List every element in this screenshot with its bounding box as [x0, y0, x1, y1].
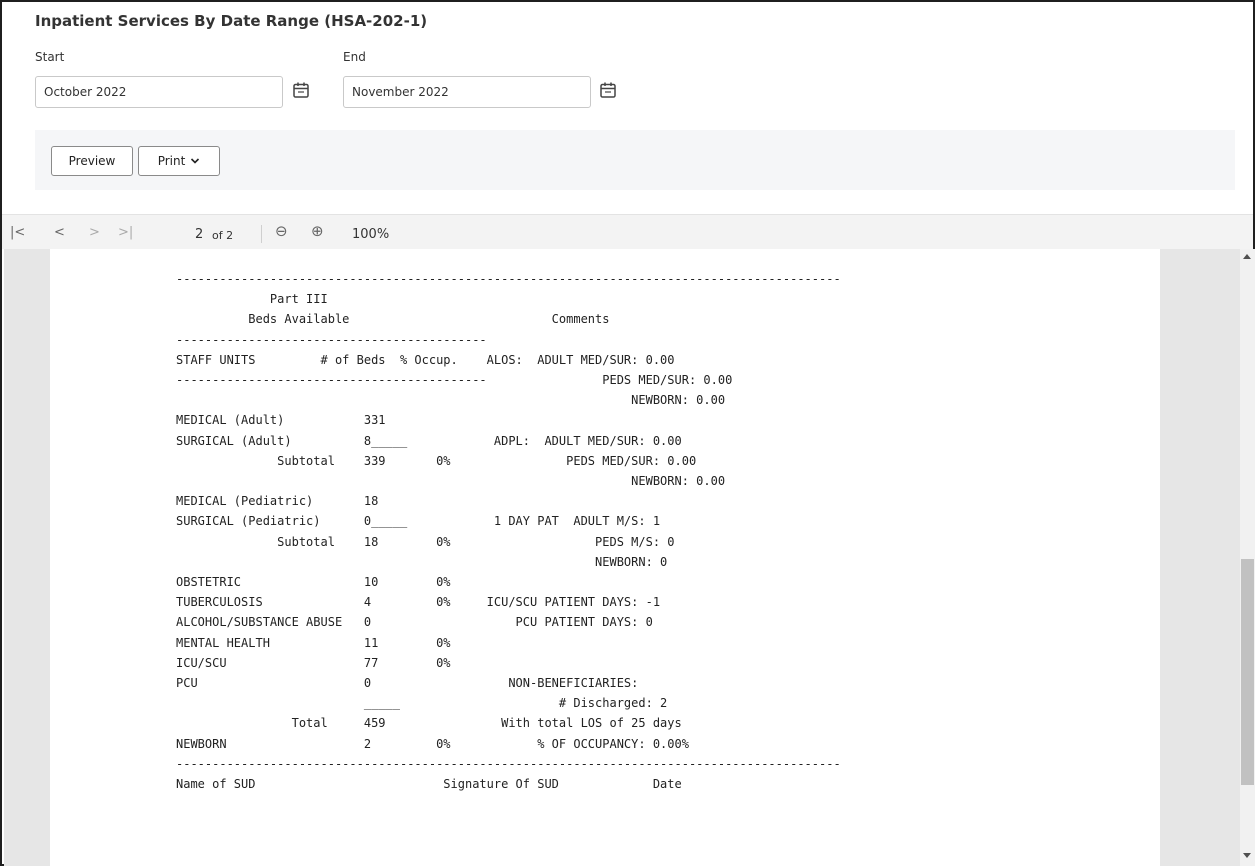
report-line: Beds Available Comments	[176, 312, 610, 327]
report-line: MENTAL HEALTH 11 0%	[176, 635, 451, 650]
report-line: MEDICAL (Pediatric) 18	[176, 494, 379, 509]
next-page-icon[interactable]: >	[89, 226, 100, 239]
report-line: ----------------------------------------…	[176, 272, 841, 286]
report-line: Name of SUD Signature Of SUD Date	[176, 777, 682, 792]
report-line: NEWBORN: 0.00	[176, 393, 726, 408]
scrollbar-thumb[interactable]	[1241, 559, 1254, 785]
end-date-input[interactable]: November 2022	[343, 76, 591, 108]
last-page-icon[interactable]: >|	[118, 226, 133, 239]
scroll-down-arrow-icon[interactable]	[1243, 853, 1251, 858]
end-label: End	[343, 50, 366, 64]
report-line: Subtotal 339 0% PEDS MED/SUR: 0.00	[176, 453, 697, 468]
report-line: MEDICAL (Adult) 331	[176, 413, 386, 428]
report-line: Part III	[176, 292, 328, 307]
report-line: ----------------------------------------…	[176, 373, 733, 388]
preview-button[interactable]: Preview	[51, 146, 133, 176]
report-viewer: ----------------------------------------…	[4, 249, 1240, 866]
zoom-out-icon[interactable]: ⊖	[275, 224, 288, 239]
page-title: Inpatient Services By Date Range (HSA-20…	[35, 12, 428, 30]
first-page-icon[interactable]: |<	[10, 226, 25, 239]
print-button-label: Print	[157, 154, 186, 168]
previous-page-icon[interactable]: <	[54, 226, 65, 239]
start-date-input[interactable]: October 2022	[35, 76, 283, 108]
viewer-toolbar: |< < > >| 2 of 2 ⊖ ⊕ 100%	[2, 214, 1253, 249]
report-line: NEWBORN 2 0% % OF OCCUPANCY: 0.00%	[176, 736, 689, 751]
report-line: STAFF UNITS # of Beds % Occup. ALOS: ADU…	[176, 352, 675, 367]
toolbar-divider	[261, 225, 262, 243]
report-text: ----------------------------------------…	[176, 269, 841, 794]
report-line: SURGICAL (Pediatric) 0_____ 1 DAY PAT AD…	[176, 514, 661, 529]
report-line: PCU 0 NON-BENEFICIARIES:	[176, 676, 639, 691]
report-line: ICU/SCU 77 0%	[176, 655, 451, 670]
report-line: NEWBORN: 0.00	[176, 474, 726, 489]
report-line: ----------------------------------------…	[176, 332, 487, 347]
report-line: TUBERCULOSIS 4 0% ICU/SCU PATIENT DAYS: …	[176, 595, 661, 610]
report-line: Total 459 With total LOS of 25 days	[176, 716, 682, 731]
report-line: NEWBORN: 0	[176, 554, 668, 569]
print-button[interactable]: Print	[138, 146, 220, 176]
end-calendar-icon[interactable]	[599, 81, 617, 99]
report-page: ----------------------------------------…	[50, 249, 1160, 866]
page-total: of 2	[212, 229, 234, 242]
start-label: Start	[35, 50, 65, 64]
report-line: Subtotal 18 0% PEDS M/S: 0	[176, 534, 675, 549]
report-window: Inpatient Services By Date Range (HSA-20…	[0, 0, 1255, 866]
report-line: _____ # Discharged: 2	[176, 696, 668, 711]
preview-button-label: Preview	[68, 154, 116, 168]
parameters-pane: Inpatient Services By Date Range (HSA-20…	[2, 2, 1253, 212]
vertical-scrollbar[interactable]	[1240, 249, 1255, 866]
report-line: ALCOHOL/SUBSTANCE ABUSE 0 PCU PATIENT DA…	[176, 615, 653, 630]
report-line: ----------------------------------------…	[176, 756, 841, 771]
report-line: SURGICAL (Adult) 8_____ ADPL: ADULT MED/…	[176, 433, 682, 448]
report-line: OBSTETRIC 10 0%	[176, 575, 451, 590]
current-page-input[interactable]: 2	[195, 228, 203, 242]
chevron-down-icon	[191, 158, 200, 164]
zoom-level[interactable]: 100%	[352, 228, 389, 242]
action-panel: Preview Print	[35, 130, 1235, 190]
zoom-in-icon[interactable]: ⊕	[311, 224, 324, 239]
start-calendar-icon[interactable]	[292, 81, 310, 99]
scroll-up-arrow-icon[interactable]	[1243, 254, 1251, 259]
